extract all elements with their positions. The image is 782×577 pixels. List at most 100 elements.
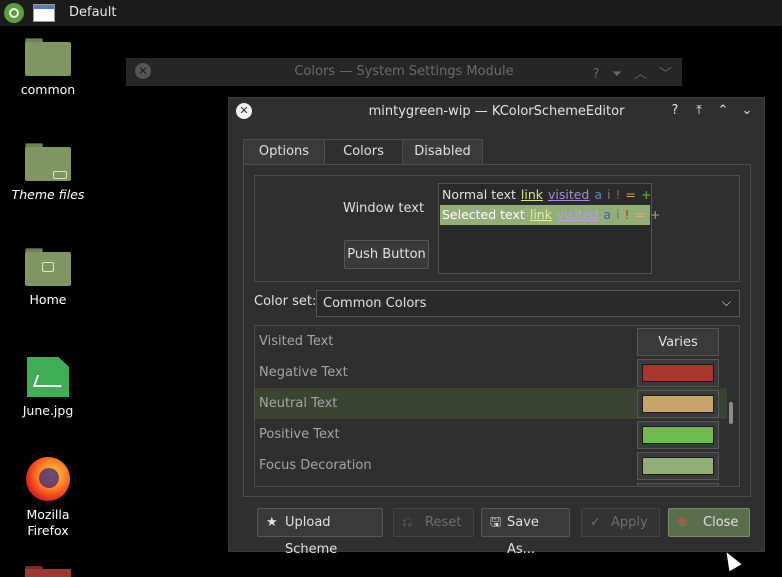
maximize-icon[interactable]: ﹀ [659, 67, 672, 82]
inactive-sample: i [607, 187, 611, 202]
close-circle-icon: ⊗ [677, 515, 688, 530]
window-controls: ? ⏷ ︿ ﹀ [581, 63, 672, 82]
apply-button[interactable]: ✓ Apply [581, 508, 660, 537]
negative-sample: ! [624, 207, 630, 222]
home-folder-icon [25, 248, 71, 286]
top-panel: Default [0, 0, 782, 26]
save-as-button[interactable]: 🖫 Save As... [481, 508, 570, 557]
positive-sample: + [650, 207, 661, 222]
titlebar[interactable]: ✕ mintygreen-wip — KColorSchemeEditor ? … [229, 98, 764, 126]
desktop-icon-common[interactable]: common [3, 38, 93, 98]
preview-panel: Window text Push Button Normal text link v… [254, 175, 740, 282]
mouse-cursor-icon [720, 548, 742, 572]
button-label: Upload Scheme [285, 515, 338, 557]
list-item[interactable]: Negative Text [255, 357, 727, 388]
help-icon[interactable]: ? [593, 67, 600, 82]
color-swatch [642, 364, 714, 382]
list-item[interactable] [255, 481, 727, 486]
color-swatch [642, 457, 714, 475]
desktop-name[interactable]: Default [69, 5, 117, 20]
folder-icon[interactable] [25, 566, 71, 577]
star-icon: ★ [266, 515, 278, 530]
menu-icon[interactable]: ⏷ [612, 67, 622, 82]
tab-options[interactable]: Options [243, 139, 325, 165]
color-set-value: Common Colors [323, 296, 427, 311]
neutral-sample: = [634, 207, 645, 222]
color-button[interactable] [637, 421, 719, 449]
upload-scheme-button[interactable]: ★ Upload Scheme [257, 508, 383, 557]
color-swatch [642, 426, 714, 444]
reset-icon: ⎌ [402, 515, 413, 530]
active-sample: a [594, 187, 603, 202]
selected-text: Selected text [442, 207, 525, 222]
opensuse-logo-icon[interactable] [4, 3, 24, 23]
selected-text-row: Selected text link visited a i! = + [440, 205, 660, 225]
window-text-preview: Window text [343, 201, 425, 216]
color-button[interactable] [637, 483, 719, 486]
keep-above-icon[interactable]: ⤒ [690, 102, 708, 120]
save-icon: 🖫 [490, 515, 502, 530]
link-sample: link [520, 187, 543, 202]
desktop-icon-label: Mozilla Firefox [26, 507, 70, 538]
negative-sample: ! [615, 187, 621, 202]
desktop-icon-label: Theme files [11, 187, 85, 202]
checkmark-icon: ✓ [590, 515, 601, 530]
color-role-name: Focus Decoration [259, 458, 372, 473]
maximize-icon[interactable]: ⌄ [738, 102, 756, 120]
list-item[interactable]: Positive Text [255, 419, 727, 450]
visited-sample: visited [556, 207, 599, 222]
desktop-icon-firefox[interactable]: Mozilla Firefox [3, 457, 93, 539]
color-role-name: Positive Text [259, 427, 340, 442]
color-button[interactable]: Varies [637, 328, 719, 356]
color-swatch [642, 395, 714, 413]
active-sample: a [603, 207, 612, 222]
link-sample: link [529, 207, 552, 222]
color-role-name: Neutral Text [259, 396, 338, 411]
color-button-label: Varies [658, 335, 698, 350]
minimize-icon[interactable]: ︿ [634, 67, 647, 82]
image-file-icon [27, 357, 69, 397]
window-list-icon[interactable] [33, 4, 55, 22]
system-settings-window[interactable]: ✕ Colors — System Settings Module ? ⏷ ︿ ﹀ [126, 58, 682, 86]
list-item[interactable]: Visited Text Varies [255, 326, 727, 357]
color-set-combobox[interactable]: Common Colors ⌵ [316, 290, 740, 317]
tab-colors[interactable]: Colors [324, 139, 403, 166]
close-button[interactable]: ⊗ Close [668, 508, 750, 537]
push-button-preview[interactable]: Push Button [344, 240, 429, 269]
button-label: Save As... [507, 515, 539, 557]
color-set-label: Color set: [254, 294, 317, 309]
color-button[interactable] [637, 452, 719, 480]
color-role-name: Visited Text [259, 334, 334, 349]
normal-text-row: Normal text link visited a i! = + [440, 185, 652, 205]
color-button[interactable] [637, 359, 719, 387]
normal-text: Normal text [442, 187, 516, 202]
reset-button[interactable]: ⎌ Reset [393, 508, 474, 537]
list-item[interactable]: Focus Decoration [255, 450, 727, 481]
folder-icon [25, 38, 71, 76]
help-icon[interactable]: ? [666, 102, 684, 120]
button-label: Apply [611, 515, 648, 530]
desktop-icon-theme-files[interactable]: Theme files [3, 143, 93, 203]
list-item[interactable]: Neutral Text [255, 388, 727, 419]
minimize-icon[interactable]: ⌃ [714, 102, 732, 120]
neutral-sample: = [625, 187, 637, 202]
color-scheme-editor-dialog: ✕ mintygreen-wip — KColorSchemeEditor ? … [228, 97, 765, 557]
visited-sample: visited [547, 187, 590, 202]
color-roles-list: Visited Text Varies Negative Text Neutra… [254, 325, 740, 487]
chevron-down-icon: ⌵ [721, 295, 731, 309]
colors-tab-pane: Window text Push Button Normal text link v… [243, 164, 751, 497]
desktop-icon-label: Home [29, 292, 67, 307]
positive-sample: + [641, 187, 652, 202]
button-label: Close [703, 515, 739, 530]
tab-disabled[interactable]: Disabled [402, 139, 483, 165]
button-label: Reset [425, 515, 462, 530]
desktop-icon-label: common [20, 82, 76, 97]
desktop-icon-home[interactable]: Home [3, 248, 93, 308]
desktop-icon-june-jpg[interactable]: June.jpg [3, 357, 93, 419]
folder-link-icon [25, 143, 71, 181]
color-role-name: Negative Text [259, 365, 348, 380]
inactive-sample: i [616, 207, 620, 222]
color-button[interactable] [637, 390, 719, 418]
text-sample-preview: Normal text link visited a i! = + Selected tex… [438, 183, 660, 274]
scrollbar[interactable] [729, 402, 733, 424]
